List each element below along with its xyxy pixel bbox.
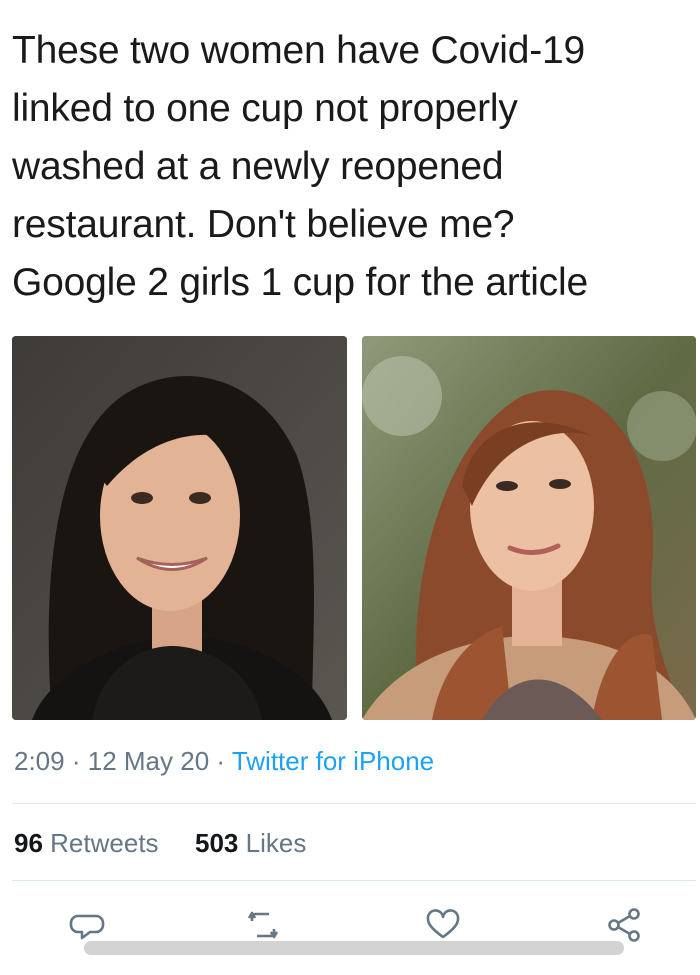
tweet-text-line: These two women have Covid-19 [12,29,585,72]
photo-woman-auburn-hair[interactable] [362,336,696,720]
retweets-stat[interactable]: 96 Retweets [14,828,166,858]
tweet-date[interactable]: 12 May 20 [88,746,209,776]
tweet-source-link[interactable]: Twitter for iPhone [232,746,434,776]
home-indicator-bar[interactable] [84,941,624,955]
divider [12,880,696,881]
tweet-text-line: restaurant. Don't believe me? [12,203,515,246]
photo-woman-dark-hair[interactable] [12,336,347,720]
tweet-media [12,336,696,720]
separator: · [216,746,226,776]
likes-stat[interactable]: 503 Likes [195,828,306,858]
tweet-text-line: washed at a newly reopened [12,145,504,188]
tweet-time[interactable]: 2:09 [14,746,65,776]
tweet-text-line: linked to one cup not properly [12,87,518,130]
tweet-text: These two women have Covid-19 linked to … [12,22,692,312]
tweet-stats: 96 Retweets 503 Likes [14,828,306,859]
likes-count: 503 [195,828,239,858]
retweets-label: Retweets [50,828,159,858]
separator: · [71,746,81,776]
tweet-text-line: Google 2 girls 1 cup for the article [12,261,588,304]
tweet-timestamp: 2:09 · 12 May 20 · Twitter for iPhone [14,746,434,777]
likes-label: Likes [245,828,307,858]
divider [12,803,696,804]
retweets-count: 96 [14,828,43,858]
